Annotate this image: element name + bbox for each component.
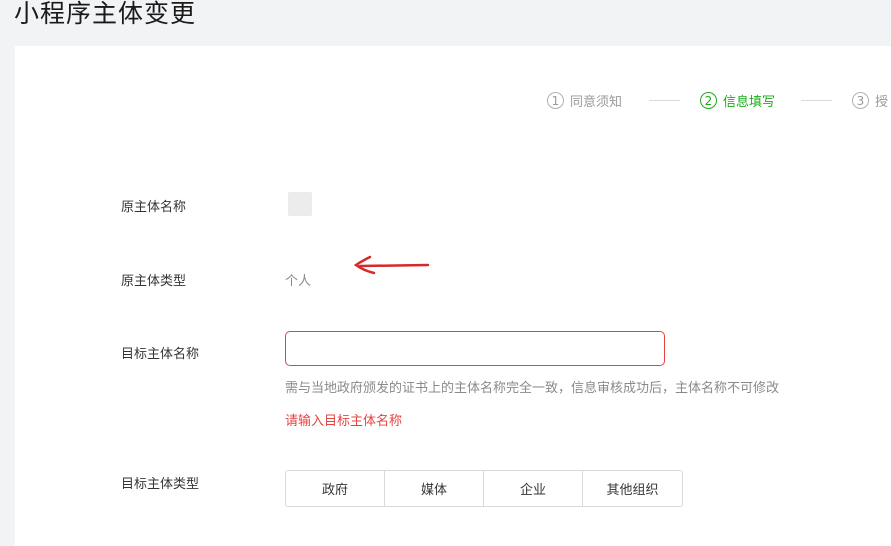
step-label: 授 bbox=[875, 95, 889, 110]
step-number: 2 bbox=[700, 92, 717, 109]
step-info-fill: 2 信息填写 bbox=[700, 91, 775, 110]
type-option-enterprise[interactable]: 企业 bbox=[484, 471, 583, 506]
step-number: 1 bbox=[547, 92, 564, 109]
step-label: 信息填写 bbox=[723, 95, 776, 110]
step-authorize: 3 授 bbox=[852, 91, 888, 110]
type-option-government[interactable]: 政府 bbox=[286, 471, 385, 506]
orig-type-value: 个人 bbox=[285, 274, 312, 289]
step-divider bbox=[649, 100, 680, 101]
target-name-error: 请输入目标主体名称 bbox=[285, 414, 403, 429]
orig-name-value-placeholder bbox=[288, 192, 312, 216]
target-name-label: 目标主体名称 bbox=[121, 347, 200, 362]
orig-name-label: 原主体名称 bbox=[121, 200, 187, 215]
target-type-selector: 政府 媒体 企业 其他组织 bbox=[285, 470, 683, 507]
type-option-media[interactable]: 媒体 bbox=[385, 471, 484, 506]
target-type-label: 目标主体类型 bbox=[121, 477, 200, 492]
step-divider bbox=[801, 100, 832, 101]
type-option-other-org[interactable]: 其他组织 bbox=[583, 471, 682, 506]
target-name-input[interactable] bbox=[285, 331, 665, 366]
page-title: 小程序主体变更 bbox=[14, 0, 197, 28]
step-agree: 1 同意须知 bbox=[547, 91, 622, 110]
step-number: 3 bbox=[852, 92, 869, 109]
red-arrow-annotation-icon bbox=[353, 255, 430, 275]
target-name-hint: 需与当地政府颁发的证书上的主体名称完全一致，信息审核成功后，主体名称不可修改 bbox=[285, 381, 780, 396]
orig-type-label: 原主体类型 bbox=[121, 274, 187, 289]
step-label: 同意须知 bbox=[570, 95, 623, 110]
